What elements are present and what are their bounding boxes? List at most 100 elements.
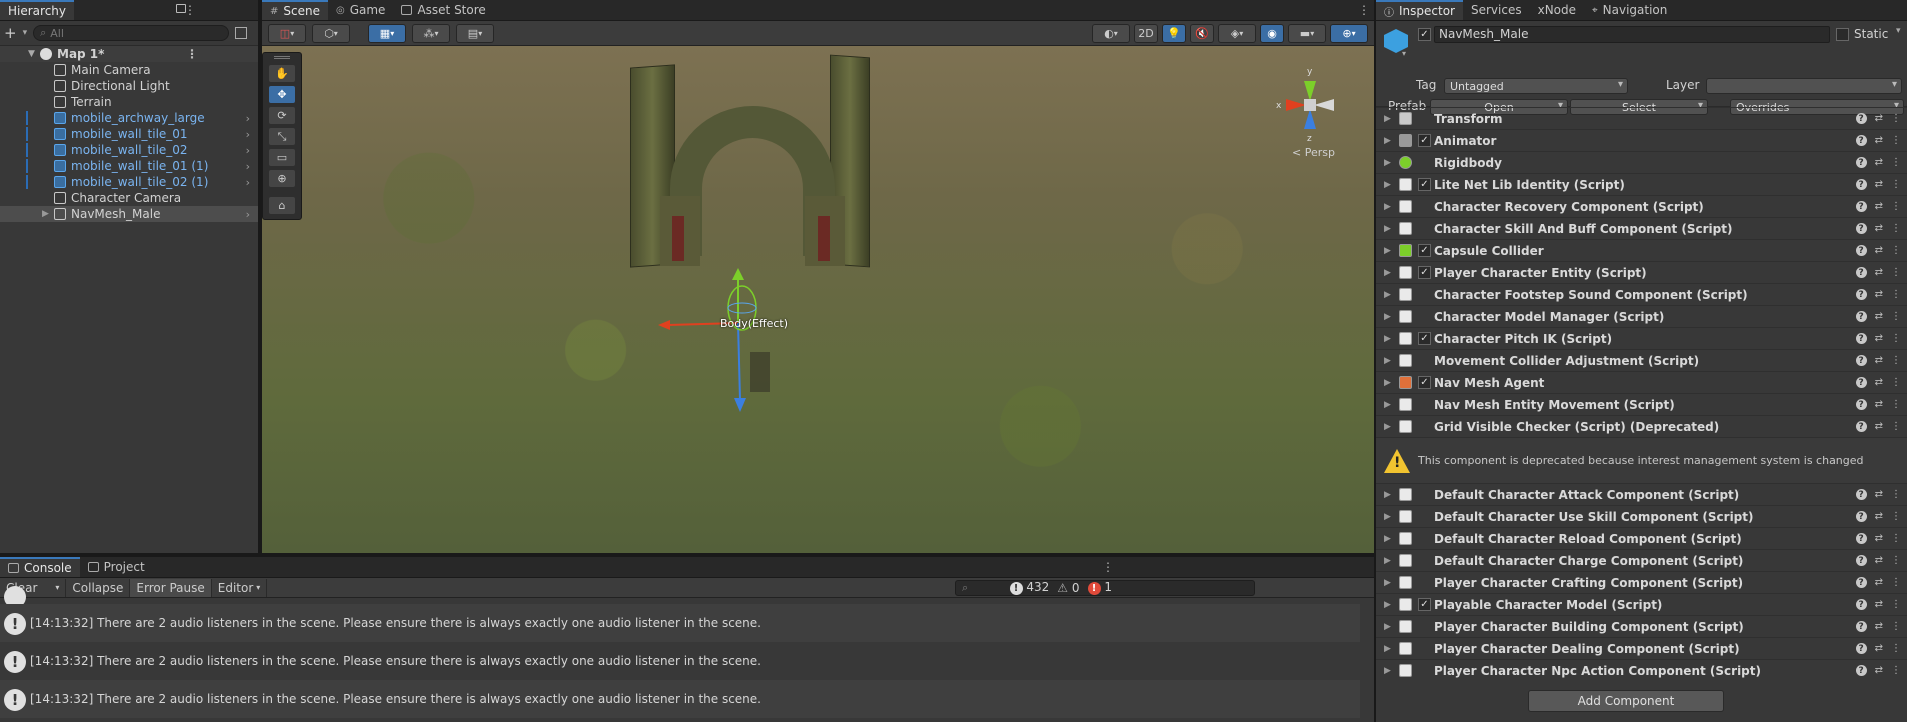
component-menu-icon[interactable]: ⋮ (1891, 421, 1901, 432)
component-enabled-checkbox[interactable]: ✓ (1418, 244, 1431, 257)
presets-icon[interactable]: ⇄ (1875, 555, 1883, 566)
component-enabled-checkbox[interactable]: ✓ (1418, 178, 1431, 191)
fold-right-icon[interactable]: ▶ (1384, 268, 1391, 278)
fold-right-icon[interactable]: ▶ (42, 209, 49, 219)
error-pause-toggle[interactable]: Error Pause (130, 578, 212, 597)
error-count-toggle[interactable]: ! 1 (1087, 580, 1112, 595)
presets-icon[interactable]: ⇄ (1875, 201, 1883, 212)
help-icon[interactable]: ? (1855, 113, 1867, 124)
help-icon[interactable]: ? (1855, 643, 1867, 654)
projection-label[interactable]: < Persp (1292, 146, 1335, 159)
hierarchy-item[interactable]: mobile_wall_tile_02 (1) › (0, 174, 258, 190)
hierarchy-item[interactable]: mobile_wall_tile_01 › (0, 126, 258, 142)
fold-right-icon[interactable]: ▶ (1384, 246, 1391, 256)
collapse-toggle[interactable]: Collapse (66, 578, 131, 597)
fold-right-icon[interactable]: ▶ (1384, 622, 1391, 632)
gizmo-negx-cone[interactable] (1314, 99, 1334, 111)
tab-game[interactable]: ◎ Game (328, 0, 393, 20)
component-menu-icon[interactable]: ⋮ (1891, 267, 1901, 278)
component-header[interactable]: ▶ Default Character Use Skill Component (… (1376, 505, 1907, 527)
tag-dropdown[interactable]: Untagged (1444, 78, 1628, 94)
help-icon[interactable]: ? (1855, 201, 1867, 212)
fold-right-icon[interactable]: ▶ (1384, 114, 1391, 124)
scene-menu-icon[interactable]: ⋮ (1358, 3, 1370, 17)
fold-right-icon[interactable]: ▶ (1384, 666, 1391, 676)
fold-right-icon[interactable]: ▶ (1384, 400, 1391, 410)
component-header[interactable]: ▶ ✓ Playable Character Model (Script)? ⇄ ⋮ (1376, 593, 1907, 615)
chevron-right-icon[interactable]: › (246, 112, 250, 125)
tab-asset-store[interactable]: Asset Store (393, 0, 493, 20)
gizmo-center-cube[interactable] (1304, 99, 1316, 111)
fold-right-icon[interactable]: ▶ (1384, 356, 1391, 366)
drag-handle-icon[interactable] (274, 56, 290, 59)
component-header[interactable]: ▶ ✓ Player Character Entity (Script)? ⇄ ⋮ (1376, 261, 1907, 283)
hierarchy-menu-icon[interactable]: ⋮ (184, 3, 196, 17)
component-header[interactable]: ▶ Rigidbody? ⇄ ⋮ (1376, 151, 1907, 173)
presets-icon[interactable]: ⇄ (1875, 245, 1883, 256)
custom-tool-icon[interactable]: ⌂ (269, 197, 295, 214)
tab-navigation[interactable]: ⌖ Navigation (1584, 0, 1675, 20)
increment-snap-dropdown[interactable]: ▤ ▾ (456, 23, 494, 43)
component-header[interactable]: ▶ Player Character Npc Action Component (… (1376, 659, 1907, 681)
component-menu-icon[interactable]: ⋮ (1891, 333, 1901, 344)
add-component-button[interactable]: Add Component (1528, 690, 1724, 712)
component-menu-icon[interactable]: ⋮ (1891, 157, 1901, 168)
presets-icon[interactable]: ⇄ (1875, 377, 1883, 388)
component-menu-icon[interactable]: ⋮ (1891, 377, 1901, 388)
camera-settings-dropdown[interactable]: ▬ ▾ (1288, 23, 1326, 43)
scene-menu-icon[interactable]: ⋮ (186, 47, 198, 61)
gizmo-y-cone[interactable] (1304, 81, 1316, 101)
fold-right-icon[interactable]: ▶ (1384, 180, 1391, 190)
component-header[interactable]: ▶ ✓ Lite Net Lib Identity (Script)? ⇄ ⋮ (1376, 173, 1907, 195)
component-menu-icon[interactable]: ⋮ (1891, 643, 1901, 654)
help-icon[interactable]: ? (1855, 511, 1867, 522)
chevron-right-icon[interactable]: › (246, 160, 250, 173)
component-menu-icon[interactable]: ⋮ (1891, 113, 1901, 124)
help-icon[interactable]: ? (1855, 399, 1867, 410)
component-header[interactable]: ▶ Grid Visible Checker (Script) (Deprecat… (1376, 415, 1907, 437)
component-menu-icon[interactable]: ⋮ (1891, 135, 1901, 146)
hierarchy-item[interactable]: Main Camera (0, 62, 258, 78)
fold-right-icon[interactable]: ▶ (1384, 556, 1391, 566)
presets-icon[interactable]: ⇄ (1875, 135, 1883, 146)
fold-right-icon[interactable]: ▶ (1384, 158, 1391, 168)
hierarchy-item[interactable]: Directional Light (0, 78, 258, 94)
fold-right-icon[interactable]: ▶ (1384, 290, 1391, 300)
component-header[interactable]: ▶ ✓ Nav Mesh Agent? ⇄ ⋮ (1376, 371, 1907, 393)
gizmo-z-arrow[interactable] (734, 398, 746, 412)
orientation-gizmo[interactable]: y x z (1270, 65, 1350, 145)
help-icon[interactable]: ? (1855, 157, 1867, 168)
presets-icon[interactable]: ⇄ (1875, 289, 1883, 300)
presets-icon[interactable]: ⇄ (1875, 355, 1883, 366)
presets-icon[interactable]: ⇄ (1875, 421, 1883, 432)
fold-right-icon[interactable]: ▶ (1384, 224, 1391, 234)
help-icon[interactable]: ? (1855, 355, 1867, 366)
component-header[interactable]: ▶ Default Character Attack Component (Scr… (1376, 483, 1907, 505)
gizmo-x-arrow[interactable] (658, 320, 670, 330)
warning-count-toggle[interactable]: ⚠ 0 (1057, 581, 1079, 595)
component-menu-icon[interactable]: ⋮ (1891, 599, 1901, 610)
component-header[interactable]: ▶ Movement Collider Adjustment (Script)? ⇄… (1376, 349, 1907, 371)
move-gizmo[interactable] (650, 260, 770, 420)
component-header[interactable]: ▶ Player Character Dealing Component (Scr… (1376, 637, 1907, 659)
fold-right-icon[interactable]: ▶ (1384, 490, 1391, 500)
hierarchy-item[interactable]: Terrain (0, 94, 258, 110)
tab-project[interactable]: Project (80, 557, 153, 577)
component-enabled-checkbox[interactable]: ✓ (1418, 376, 1431, 389)
component-menu-icon[interactable]: ⋮ (1891, 289, 1901, 300)
help-icon[interactable]: ? (1855, 377, 1867, 388)
audio-toggle[interactable]: 🔇 (1190, 23, 1214, 43)
fold-down-icon[interactable]: ▼ (28, 49, 35, 59)
shading-dropdown[interactable]: ⬡ ▾ (312, 23, 350, 43)
component-header[interactable]: ▶ Character Model Manager (Script)? ⇄ ⋮ (1376, 305, 1907, 327)
hierarchy-item[interactable]: mobile_wall_tile_02 › (0, 142, 258, 158)
presets-icon[interactable]: ⇄ (1875, 179, 1883, 190)
component-header[interactable]: ▶ Default Character Charge Component (Scr… (1376, 549, 1907, 571)
help-icon[interactable]: ? (1855, 533, 1867, 544)
help-icon[interactable]: ? (1855, 333, 1867, 344)
component-menu-icon[interactable]: ⋮ (1891, 555, 1901, 566)
chevron-right-icon[interactable]: › (246, 208, 250, 221)
console-entry[interactable]: ! [14:13:32] There are 2 audio listeners … (0, 680, 1360, 718)
create-dropdown-icon[interactable]: ▾ (23, 28, 28, 38)
create-plus-button[interactable]: + (4, 24, 17, 42)
